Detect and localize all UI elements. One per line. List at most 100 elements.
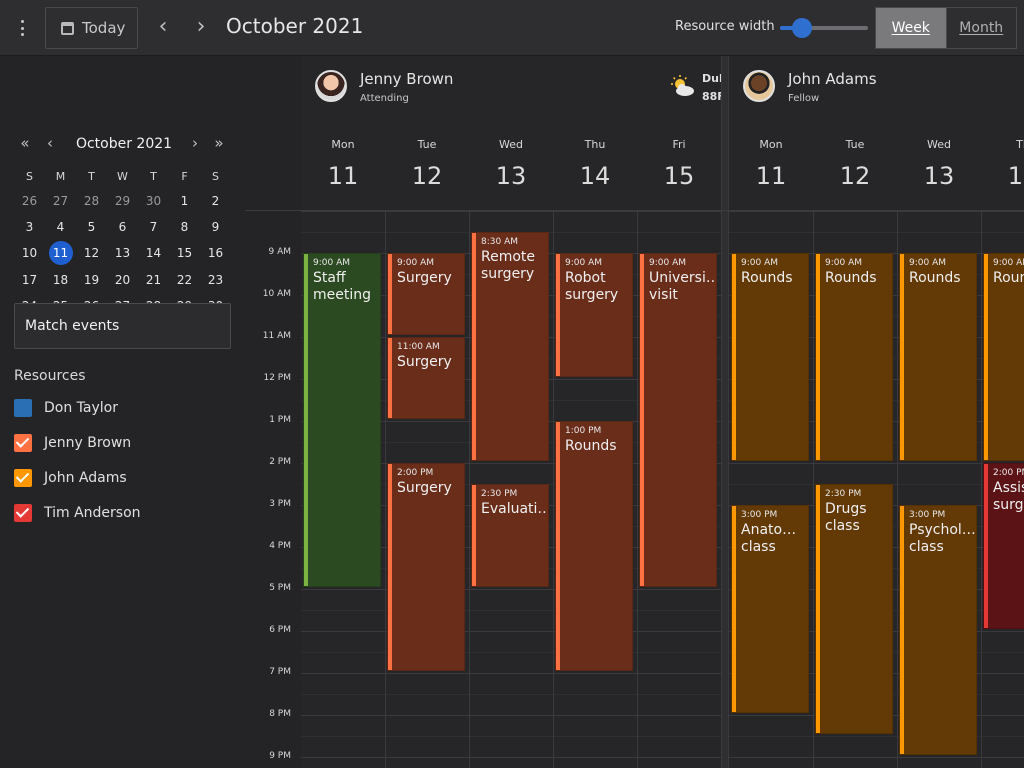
resource-item[interactable]: Tim Anderson [14,503,141,523]
previous-week-button[interactable]: ‹ [150,14,176,42]
next-month-button[interactable]: › [185,134,205,152]
mini-calendar-day[interactable]: 4 [45,214,76,240]
mini-calendar-day[interactable]: 27 [45,188,76,214]
event-card[interactable]: 3:00 PM Psychol… class [899,505,977,755]
event-time: 2:30 PM [481,489,518,499]
day-of-week: Fri [672,138,686,151]
event-accent-bar [816,254,820,460]
mini-calendar-day[interactable]: 9 [200,214,231,240]
mini-calendar-day[interactable]: 22 [169,267,200,293]
mini-calendar-day[interactable]: 15 [169,240,200,266]
day-number[interactable]: 11 [301,162,385,190]
event-card[interactable]: 2:00 PM Assis surge [983,463,1024,629]
today-button[interactable]: Today [45,7,138,49]
day-number[interactable]: 12 [385,162,469,190]
mini-calendar-day[interactable]: 19 [76,267,107,293]
resource-item[interactable]: Jenny Brown [14,433,131,453]
mini-calendar-day[interactable]: 1 [169,188,200,214]
event-time: 9:00 AM [649,258,686,268]
mini-calendar-day[interactable]: 30 [138,188,169,214]
mini-calendar-day[interactable]: 10 [14,240,45,266]
next-week-button[interactable]: › [188,14,214,42]
mini-calendar-day[interactable]: 13 [107,240,138,266]
time-label: 1 PM [269,415,291,425]
resource-item[interactable]: Don Taylor [14,398,118,418]
day-of-week: Thu [584,138,606,151]
event-card[interactable]: 9:00 AM Rounds [731,253,809,461]
event-time: 9:00 AM [741,258,778,268]
event-accent-bar [304,254,308,586]
mini-calendar-day[interactable]: 26 [14,188,45,214]
event-card[interactable]: 2:00 PM Surgery [387,463,465,671]
mini-calendar-day[interactable]: 16 [200,240,231,266]
mini-calendar-day[interactable]: 12 [76,240,107,266]
week-view-button[interactable]: Week [876,8,946,48]
resource-checkbox[interactable] [14,399,32,417]
event-card[interactable]: 3:00 PM Anato… class [731,505,809,713]
double-chevron-left-icon: « [20,134,30,152]
day-of-week: Mon [331,138,355,151]
event-card[interactable]: 9:00 AM Surgery [387,253,465,335]
resource-checkbox[interactable] [14,504,32,522]
event-card[interactable]: 9:00 AM Rounds [815,253,893,461]
date-range-title: October 2021 [226,14,364,38]
previous-year-button[interactable]: « [15,134,35,152]
mini-calendar-day[interactable]: 18 [45,267,76,293]
chevron-right-icon: › [192,134,198,152]
mini-calendar-day[interactable]: 5 [76,214,107,240]
event-title: Drugs class [825,501,867,534]
match-events-input[interactable]: Match events [14,303,231,349]
day-number[interactable]: 12 [813,162,897,190]
day-number[interactable]: 14 [981,162,1024,190]
mini-calendar-day[interactable]: 20 [107,267,138,293]
day-of-week: Wed [927,138,951,151]
resource-checkbox[interactable] [14,434,32,452]
next-year-button[interactable]: » [209,134,229,152]
time-label: 5 PM [269,583,291,593]
mini-calendar-day[interactable]: 23 [200,267,231,293]
mini-calendar-day[interactable]: 6 [107,214,138,240]
resource-name: John Adams [788,70,877,88]
scheduler-view: 9 AM 10 AM 11 AM 12 PM 1 PM 2 PM 3 PM 4 PM 5 PM 6… [245,56,1024,768]
day-number[interactable]: 14 [553,162,637,190]
event-card[interactable]: 11:00 AM Surgery [387,337,465,419]
day-number[interactable]: 15 [637,162,721,190]
day-number[interactable]: 13 [897,162,981,190]
event-accent-bar [732,254,736,460]
mini-calendar-day[interactable]: 3 [14,214,45,240]
weekday-header: T [88,169,95,183]
resource-item[interactable]: John Adams [14,468,127,488]
event-card[interactable]: 9:00 AM Roun [983,253,1024,461]
resource-label: Jenny Brown [44,435,132,451]
mini-calendar-selected-day[interactable]: 11 [45,240,76,266]
event-card[interactable]: 2:30 PM Evaluati… [471,484,549,587]
event-accent-bar [556,422,560,670]
avatar [743,70,775,102]
event-card[interactable]: 9:00 AM Staff meeting [303,253,381,587]
mini-calendar-day[interactable]: 28 [76,188,107,214]
resource-checkbox[interactable] [14,469,32,487]
mini-calendar-day[interactable]: 7 [138,214,169,240]
mini-calendar-day[interactable]: 17 [14,267,45,293]
day-number[interactable]: 13 [469,162,553,190]
weekday-header: T [150,169,157,183]
event-card[interactable]: 9:00 AM Robot surgery [555,253,633,377]
month-view-button[interactable]: Month [945,8,1017,48]
resource-width-slider[interactable] [780,18,870,38]
event-card[interactable]: 2:30 PM Drugs class [815,484,893,734]
event-card[interactable]: 8:30 AM Remote surgery [471,232,549,461]
event-time: 3:00 PM [909,510,946,520]
event-card[interactable]: 9:00 AM Universi… visit [639,253,717,587]
header-divider [245,210,1024,211]
mini-calendar-day[interactable]: 8 [169,214,200,240]
mini-calendar-day[interactable]: 29 [107,188,138,214]
mini-calendar-day[interactable]: 2 [200,188,231,214]
day-number[interactable]: 11 [729,162,813,190]
event-card[interactable]: 1:00 PM Rounds [555,421,633,671]
mini-calendar-day[interactable]: 14 [138,240,169,266]
previous-month-button[interactable]: ‹ [40,134,60,152]
slider-thumb[interactable] [792,18,812,38]
more-options-icon[interactable] [14,17,30,39]
event-card[interactable]: 9:00 AM Rounds [899,253,977,461]
mini-calendar-day[interactable]: 21 [138,267,169,293]
